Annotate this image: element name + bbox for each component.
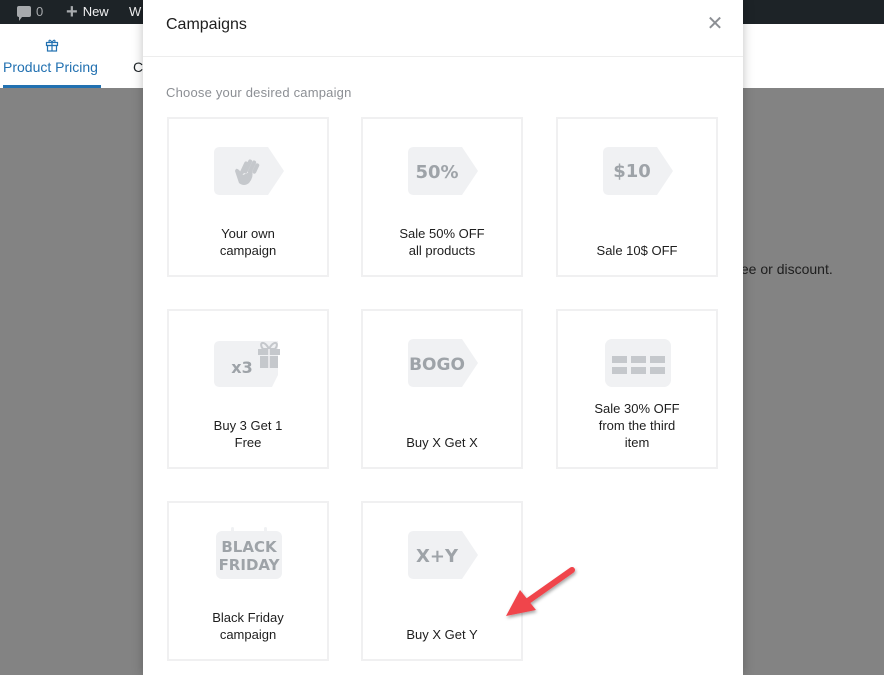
tag-icon: 50%	[408, 147, 478, 195]
admin-bar-item-truncated[interactable]: W	[129, 0, 141, 24]
tag-icon: BOGO	[408, 339, 478, 387]
tag-text: x3	[231, 358, 252, 377]
campaign-card-bogo[interactable]: BOGO Buy X Get X	[361, 309, 523, 469]
truncated-label: W	[129, 4, 142, 19]
campaign-card-sale-50[interactable]: 50% Sale 50% OFF all products	[361, 117, 523, 277]
card-caption: Your own campaign	[169, 225, 327, 259]
card-caption: Sale 10$ OFF	[558, 242, 716, 259]
tag-icon: $10	[603, 147, 673, 195]
caption-line: Buy X Get X	[406, 435, 478, 450]
caption-line: item	[624, 435, 650, 450]
caption-line: all products	[408, 243, 476, 258]
comments-count: 0	[36, 4, 44, 19]
calendar-icon: BLACK FRIDAY	[216, 527, 282, 579]
caption-line: Free	[234, 435, 262, 450]
caption-line: Your own	[221, 226, 275, 241]
grid-icon	[605, 339, 671, 387]
card-caption: Buy X Get X	[363, 434, 521, 451]
caption-line: campaign	[219, 627, 277, 642]
campaign-card-buy3get1[interactable]: x3 Buy 3 Get 1 Free	[167, 309, 329, 469]
admin-bar-new[interactable]: + New	[66, 0, 109, 24]
caption-line: Sale 10$ OFF	[596, 243, 678, 258]
modal-header: Campaigns ✕	[143, 0, 743, 57]
caption-line: Sale 50% OFF	[399, 226, 485, 241]
tab-label: Product Pricing	[3, 59, 98, 75]
admin-bar-comments[interactable]: 0	[17, 0, 43, 24]
caption-line: Sale 30% OFF	[594, 401, 680, 416]
new-label: New	[82, 4, 109, 19]
campaign-card-sale-10[interactable]: $10 Sale 10$ OFF	[556, 117, 718, 277]
modal-subtitle: Choose your desired campaign	[166, 85, 352, 100]
campaign-card-your-own[interactable]: Your own campaign	[167, 117, 329, 277]
tag-text: $10	[613, 161, 651, 182]
close-icon[interactable]: ✕	[705, 12, 725, 34]
caption-line: Buy X Get Y	[406, 627, 478, 642]
card-caption: Buy 3 Get 1 Free	[169, 417, 327, 451]
tag-text: BOGO	[409, 355, 465, 375]
comment-icon	[17, 5, 31, 21]
tab-product-pricing[interactable]: Product Pricing	[3, 24, 101, 88]
tag-text: X+Y	[416, 546, 459, 567]
campaign-card-buy-x-get-y[interactable]: X+Y Buy X Get Y	[361, 501, 523, 661]
card-caption: Buy X Get Y	[363, 626, 521, 643]
background-description: fee or discount.	[737, 261, 833, 277]
caption-line: from the third	[598, 418, 676, 433]
plus-icon: +	[66, 1, 78, 23]
tag-text-line-1: BLACK	[221, 538, 278, 556]
campaign-card-black-friday[interactable]: BLACK FRIDAY Black Friday campaign	[167, 501, 329, 661]
card-caption: Black Friday campaign	[169, 609, 327, 643]
campaign-card-sale-30-third[interactable]: Sale 30% OFF from the third item	[556, 309, 718, 469]
caption-line: Buy 3 Get 1	[213, 418, 283, 433]
caption-line: campaign	[219, 243, 277, 258]
card-caption: Sale 30% OFF from the third item	[558, 400, 716, 451]
hand-tag-icon	[214, 147, 284, 195]
annotation-arrow-icon	[506, 567, 575, 616]
tag-icon: X+Y	[408, 531, 478, 579]
gift-tag-icon: x3	[214, 341, 280, 387]
card-caption: Sale 50% OFF all products	[363, 225, 521, 259]
tag-text-line-2: FRIDAY	[219, 556, 281, 574]
tag-text: 50%	[415, 162, 458, 183]
modal-title: Campaigns	[166, 16, 247, 33]
tab-label: C	[133, 59, 144, 75]
caption-line: Black Friday	[212, 610, 284, 625]
gift-icon	[45, 39, 59, 52]
campaigns-modal: Campaigns ✕ Choose your desired campaign…	[143, 0, 743, 675]
